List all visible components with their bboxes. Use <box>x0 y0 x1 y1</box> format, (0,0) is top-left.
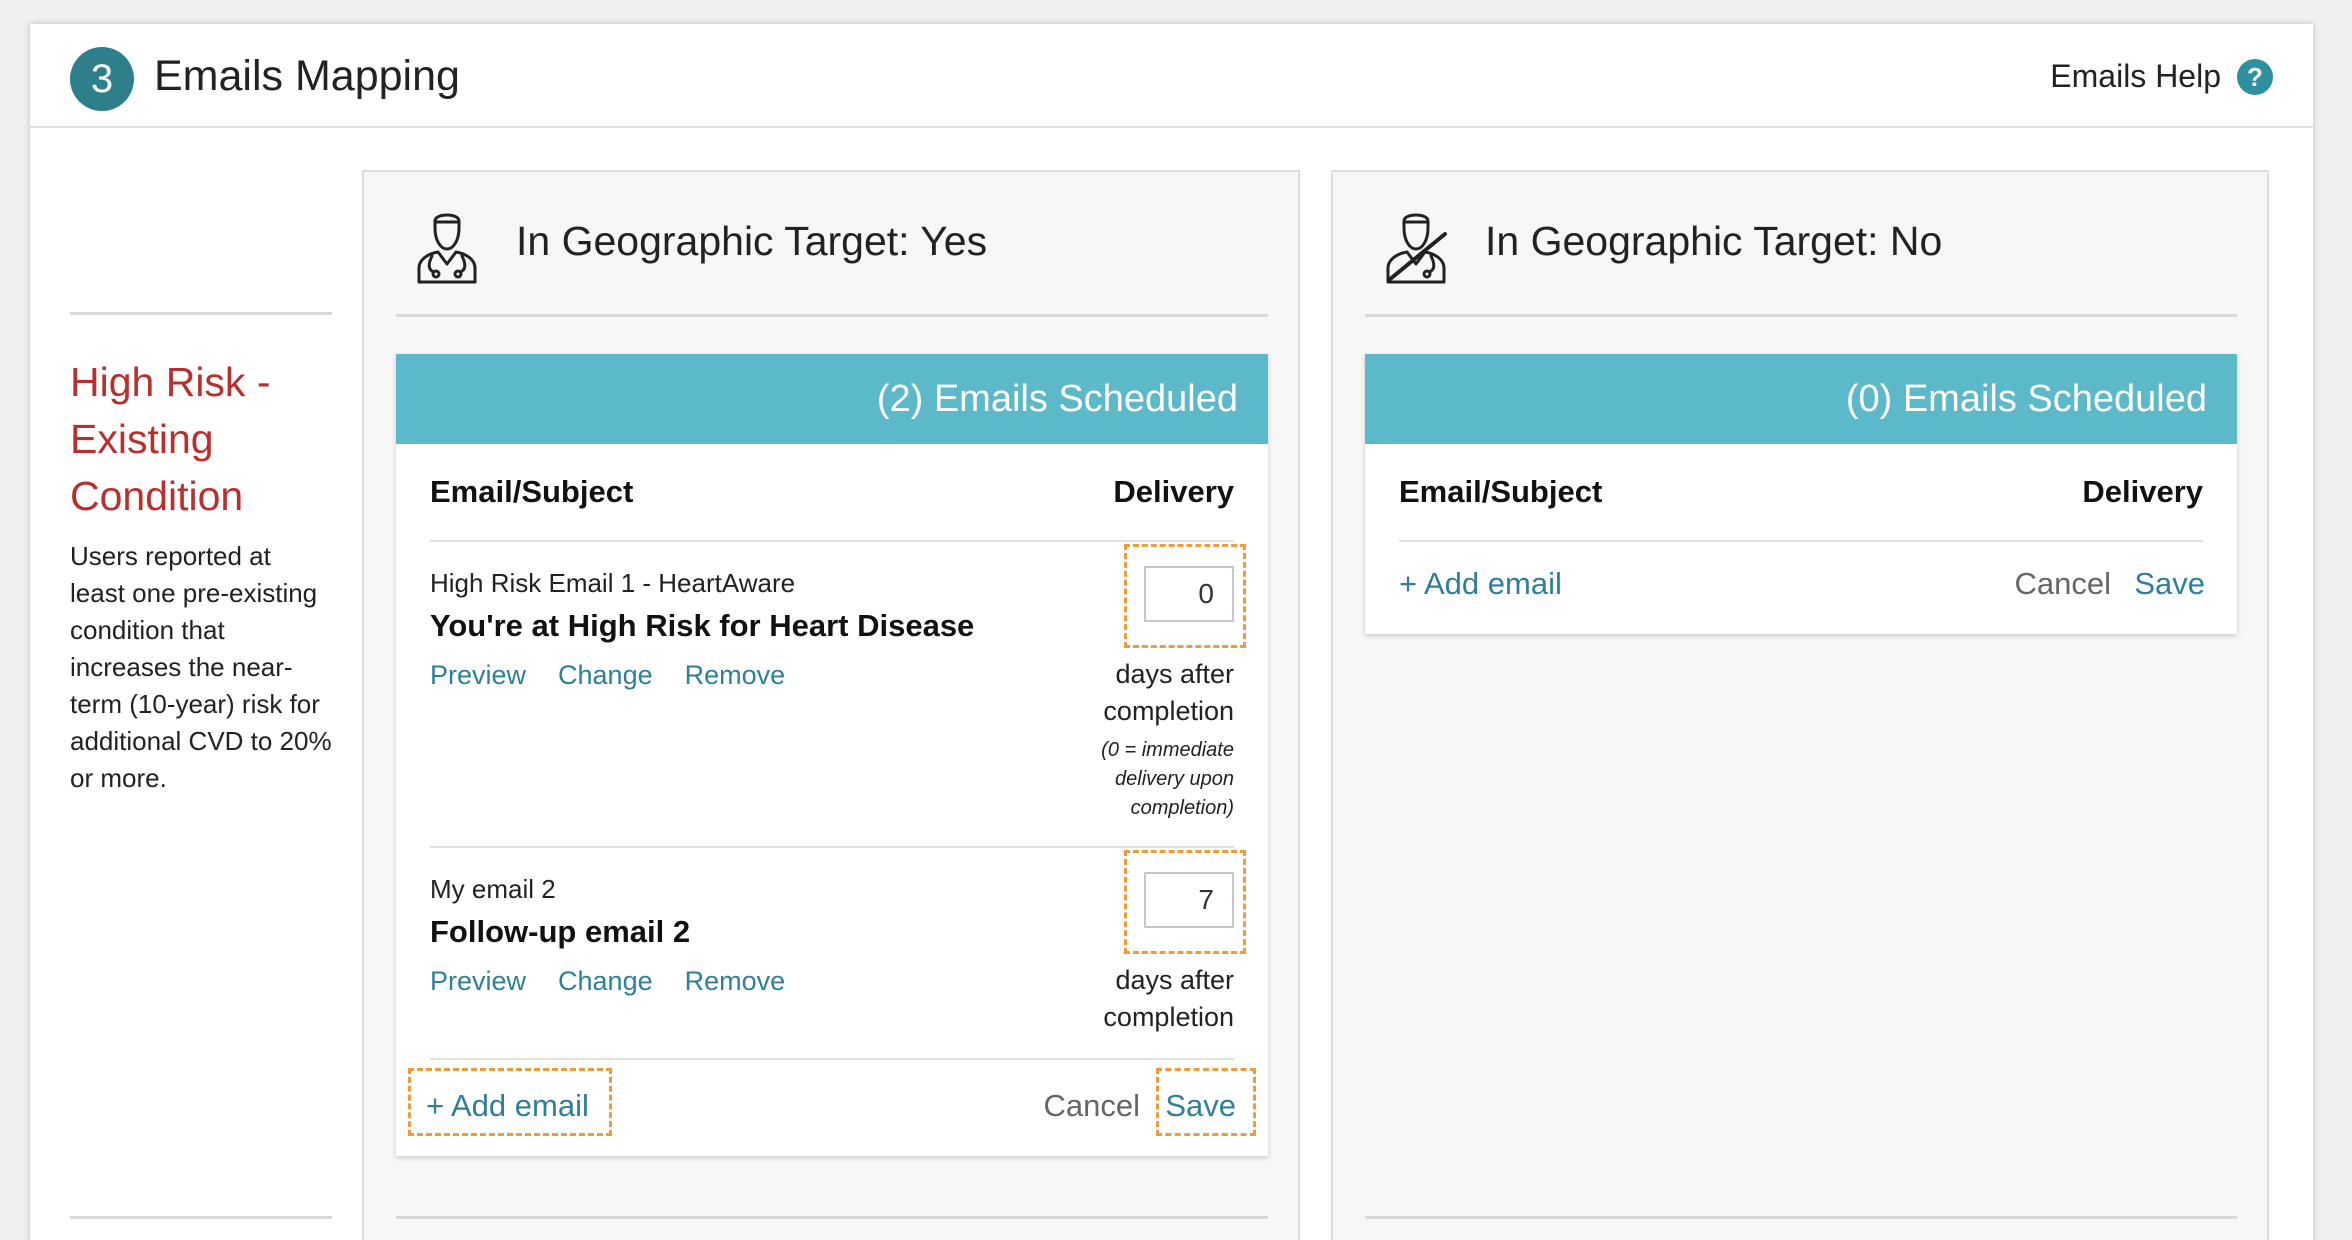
emails-card: (0) Emails Scheduled Email/Subject Deliv… <box>1365 354 2237 634</box>
email-subject: You're at High Risk for Heart Disease <box>430 608 975 643</box>
delivery-days-input[interactable] <box>1144 566 1234 622</box>
save-button[interactable]: Save <box>1165 1088 1236 1124</box>
remove-link[interactable]: Remove <box>685 660 786 691</box>
divider <box>1365 314 2237 317</box>
cancel-button[interactable]: Cancel <box>2015 566 2112 602</box>
emails-table: Email/Subject Delivery High Risk Email 1… <box>396 444 1268 1060</box>
divider <box>1365 1216 2237 1219</box>
column-header-subject: Email/Subject <box>1399 474 1603 509</box>
preview-link[interactable]: Preview <box>430 966 526 997</box>
card-footer: + Add email Cancel Save <box>396 1060 1268 1156</box>
emails-help-link[interactable]: Emails Help ? <box>2050 58 2273 95</box>
preview-link[interactable]: Preview <box>430 660 526 691</box>
column-title: In Geographic Target: No <box>1485 218 1943 264</box>
condition-title: High Risk - Existing Condition <box>70 359 271 519</box>
divider <box>70 312 332 315</box>
help-icon[interactable]: ? <box>2237 58 2273 95</box>
card-footer: + Add email Cancel Save <box>1365 542 2237 634</box>
delivery-days-input[interactable] <box>1144 872 1234 928</box>
condition-description: Users reported at least one pre-existing… <box>70 541 332 793</box>
email-name: High Risk Email 1 - HeartAware <box>430 568 796 598</box>
add-email-button[interactable]: + Add email <box>426 1088 589 1124</box>
cancel-button[interactable]: Cancel <box>1044 1088 1141 1124</box>
change-link[interactable]: Change <box>558 966 653 997</box>
emails-scheduled-header: (2) Emails Scheduled <box>396 354 1268 444</box>
email-actions: Preview Change Remove <box>430 660 785 691</box>
remove-link[interactable]: Remove <box>685 966 786 997</box>
delivery-label: days after completion <box>1103 659 1234 726</box>
email-actions: Preview Change Remove <box>430 966 785 997</box>
section-header: 3 Emails Mapping Emails Help ? <box>30 24 2313 128</box>
table-row: High Risk Email 1 - HeartAware You're at… <box>430 542 1246 848</box>
column-geo-target-yes: In Geographic Target: Yes (2) Emails Sch… <box>362 170 1300 1240</box>
emails-scheduled-header: (0) Emails Scheduled <box>1365 354 2237 444</box>
add-email-button[interactable]: + Add email <box>1399 566 1562 602</box>
email-subject: Follow-up email 2 <box>430 914 691 949</box>
emails-card: (2) Emails Scheduled Email/Subject Deliv… <box>396 354 1268 1156</box>
column-header-subject: Email/Subject <box>430 474 634 509</box>
table-row: My email 2 Follow-up email 2 Preview Cha… <box>430 848 1246 1060</box>
delivery-label: days after completion <box>1103 965 1234 1032</box>
table-header: Email/Subject Delivery <box>1399 444 2203 542</box>
emails-mapping-panel: 3 Emails Mapping Emails Help ? High Risk… <box>30 24 2313 1240</box>
doctor-slash-icon <box>1386 213 1447 284</box>
emails-help-label[interactable]: Emails Help <box>2050 58 2221 95</box>
column-header-delivery: Delivery <box>1113 474 1234 509</box>
divider <box>396 1216 1268 1219</box>
table-header: Email/Subject Delivery <box>430 444 1234 542</box>
column-header-delivery: Delivery <box>2082 474 2203 509</box>
emails-table: Email/Subject Delivery <box>1365 444 2237 542</box>
column-geo-target-no: In Geographic Target: No (0) Emails Sche… <box>1331 170 2269 1240</box>
change-link[interactable]: Change <box>558 660 653 691</box>
delivery-note: (0 = immediate delivery upon completion) <box>1101 739 1234 819</box>
divider <box>70 1216 332 1219</box>
email-name: My email 2 <box>430 874 556 904</box>
condition-column: High Risk - Existing Condition Users rep… <box>70 24 332 1240</box>
column-title: In Geographic Target: Yes <box>516 218 988 264</box>
save-button[interactable]: Save <box>2134 566 2205 602</box>
divider <box>396 314 1268 317</box>
doctor-icon <box>417 213 477 284</box>
